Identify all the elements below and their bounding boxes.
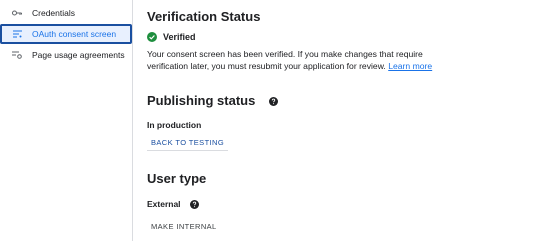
verified-label: Verified — [163, 32, 196, 42]
user-type-value: External — [147, 199, 181, 209]
back-to-testing-button[interactable]: BACK TO TESTING — [147, 135, 229, 151]
help-icon[interactable] — [189, 200, 199, 210]
key-icon — [12, 8, 22, 18]
help-icon[interactable] — [268, 97, 278, 107]
verification-message-text: Your consent screen has been verified. I… — [147, 49, 423, 71]
sidebar-item-label: OAuth consent screen — [32, 29, 117, 39]
verified-status: Verified — [147, 32, 196, 42]
user-type-value-row: External — [147, 199, 199, 210]
publishing-status-title: Publishing status — [147, 93, 256, 108]
list-icon — [12, 29, 22, 39]
publishing-status-heading: Publishing status — [147, 93, 278, 108]
sidebar-item-label: Page usage agreements — [32, 50, 125, 60]
verification-message: Your consent screen has been verified. I… — [147, 48, 437, 72]
learn-more-link[interactable]: Learn more — [388, 61, 432, 71]
sidebar-item-oauth-consent-screen[interactable]: OAuth consent screen — [0, 24, 132, 44]
make-internal-button[interactable]: MAKE INTERNAL — [147, 218, 221, 234]
check-circle-icon — [147, 32, 157, 42]
user-type-heading: User type — [147, 171, 207, 186]
sidebar: Credentials OAuth consent screen Page us… — [0, 0, 133, 241]
sidebar-item-credentials[interactable]: Credentials — [0, 3, 132, 23]
publishing-state: In production — [147, 120, 202, 130]
verification-status-heading: Verification Status — [147, 9, 261, 24]
settings-list-icon — [12, 50, 22, 60]
sidebar-item-label: Credentials — [32, 8, 75, 18]
sidebar-item-page-usage-agreements[interactable]: Page usage agreements — [0, 45, 132, 65]
